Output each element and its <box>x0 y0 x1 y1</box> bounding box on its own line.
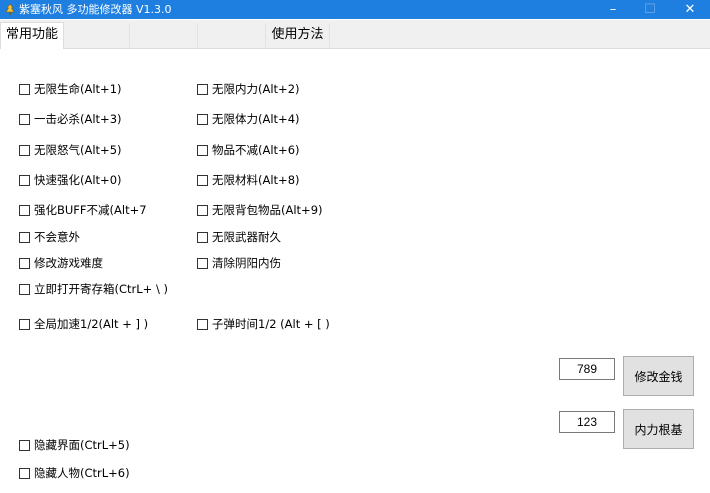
close-icon[interactable]: ✕ <box>673 0 707 19</box>
checkbox-box[interactable] <box>19 318 30 330</box>
checkbox-box[interactable] <box>197 174 208 186</box>
checkbox-label: 隐藏界面(CtrL+5) <box>34 438 130 452</box>
checkbox-label: 一击必杀(Alt+3) <box>34 112 122 126</box>
checkbox-label: 子弹时间1/2 (Alt + [ ) <box>212 317 330 331</box>
title-bar: 紫塞秋风 多功能修改器 V1.3.0 – ☐ ✕ <box>0 0 710 19</box>
checkbox-box[interactable] <box>19 113 30 125</box>
checkbox-items-no-decrease[interactable]: 物品不减(Alt+6) <box>197 142 300 158</box>
app-icon <box>3 2 16 16</box>
checkbox-infinite-rage[interactable]: 无限怒气(Alt+5) <box>19 142 122 158</box>
checkbox-label: 清除阴阳内伤 <box>212 256 281 270</box>
tab-usage-instructions[interactable]: 使用方法 <box>266 23 330 47</box>
checkbox-box[interactable] <box>197 204 208 216</box>
tab-common-functions[interactable]: 常用功能 <box>0 22 64 49</box>
checkbox-infinite-stamina[interactable]: 无限体力(Alt+4) <box>197 111 300 127</box>
checkbox-box[interactable] <box>19 144 30 156</box>
checkbox-label: 无限生命(Alt+1) <box>34 82 122 96</box>
checkbox-modify-difficulty[interactable]: 修改游戏难度 <box>19 255 103 271</box>
checkbox-box[interactable] <box>197 231 208 243</box>
checkbox-box[interactable] <box>19 467 30 479</box>
checkbox-box[interactable] <box>19 439 30 451</box>
checkbox-one-hit-kill[interactable]: 一击必杀(Alt+3) <box>19 111 122 127</box>
checkbox-label: 全局加速1/2(Alt + ] ) <box>34 317 149 331</box>
checkbox-box[interactable] <box>197 144 208 156</box>
checkbox-box[interactable] <box>19 204 30 216</box>
checkbox-box[interactable] <box>19 283 30 295</box>
modify-money-button[interactable]: 修改金钱 <box>623 356 694 396</box>
checkbox-label: 隐藏人物(CtrL+6) <box>34 466 130 480</box>
checkbox-box[interactable] <box>197 113 208 125</box>
inner-power-button[interactable]: 内力根基 <box>623 409 694 449</box>
checkbox-hide-ui[interactable]: 隐藏界面(CtrL+5) <box>19 437 130 453</box>
checkbox-label: 修改游戏难度 <box>34 256 103 270</box>
checkbox-hide-character[interactable]: 隐藏人物(CtrL+6) <box>19 465 130 481</box>
checkbox-label: 无限材料(Alt+8) <box>212 173 300 187</box>
tab-empty-1[interactable] <box>64 23 130 47</box>
checkbox-box[interactable] <box>197 83 208 95</box>
money-input[interactable]: 789 <box>559 358 615 380</box>
checkbox-infinite-hp[interactable]: 无限生命(Alt+1) <box>19 81 122 97</box>
tab-empty-2[interactable] <box>130 23 198 47</box>
checkbox-label: 物品不减(Alt+6) <box>212 143 300 157</box>
checkbox-label: 强化BUFF不减(Alt+7 <box>34 203 147 217</box>
checkbox-infinite-bag-items[interactable]: 无限背包物品(Alt+9) <box>197 202 323 218</box>
checkbox-box[interactable] <box>197 318 208 330</box>
checkbox-global-speed[interactable]: 全局加速1/2(Alt + ] ) <box>19 316 148 332</box>
checkbox-open-storage[interactable]: 立即打开寄存箱(CtrL+ \ ) <box>19 281 168 297</box>
window-title: 紫塞秋风 多功能修改器 V1.3.0 <box>19 3 172 16</box>
minimize-icon[interactable]: – <box>596 0 630 19</box>
checkbox-box[interactable] <box>19 231 30 243</box>
checkbox-buff-no-decrease[interactable]: 强化BUFF不减(Alt+7 <box>19 202 147 218</box>
checkbox-label: 无限武器耐久 <box>212 230 281 244</box>
checkbox-no-accidents[interactable]: 不会意外 <box>19 229 80 245</box>
maximize-icon[interactable]: ☐ <box>633 0 667 19</box>
checkbox-label: 不会意外 <box>34 230 80 244</box>
checkbox-box[interactable] <box>197 257 208 269</box>
checkbox-label: 快速强化(Alt+0) <box>34 173 122 187</box>
inner-power-input[interactable]: 123 <box>559 411 615 433</box>
tab-empty-3[interactable] <box>198 23 266 47</box>
tab-strip: 常用功能 使用方法 <box>0 20 710 49</box>
checkbox-bullet-time[interactable]: 子弹时间1/2 (Alt + [ ) <box>197 316 330 332</box>
checkbox-box[interactable] <box>19 174 30 186</box>
checkbox-label: 无限怒气(Alt+5) <box>34 143 122 157</box>
checkbox-label: 无限体力(Alt+4) <box>212 112 300 126</box>
checkbox-box[interactable] <box>19 83 30 95</box>
checkbox-clear-yinyang-injury[interactable]: 清除阴阳内伤 <box>197 255 281 271</box>
checkbox-infinite-weapon-durability[interactable]: 无限武器耐久 <box>197 229 281 245</box>
checkbox-box[interactable] <box>19 257 30 269</box>
checkbox-label: 立即打开寄存箱(CtrL+ \ ) <box>34 282 168 296</box>
checkbox-fast-enhance[interactable]: 快速强化(Alt+0) <box>19 172 122 188</box>
checkbox-label: 无限内力(Alt+2) <box>212 82 300 96</box>
checkbox-infinite-mp[interactable]: 无限内力(Alt+2) <box>197 81 300 97</box>
checkbox-label: 无限背包物品(Alt+9) <box>212 203 323 217</box>
checkbox-infinite-materials[interactable]: 无限材料(Alt+8) <box>197 172 300 188</box>
